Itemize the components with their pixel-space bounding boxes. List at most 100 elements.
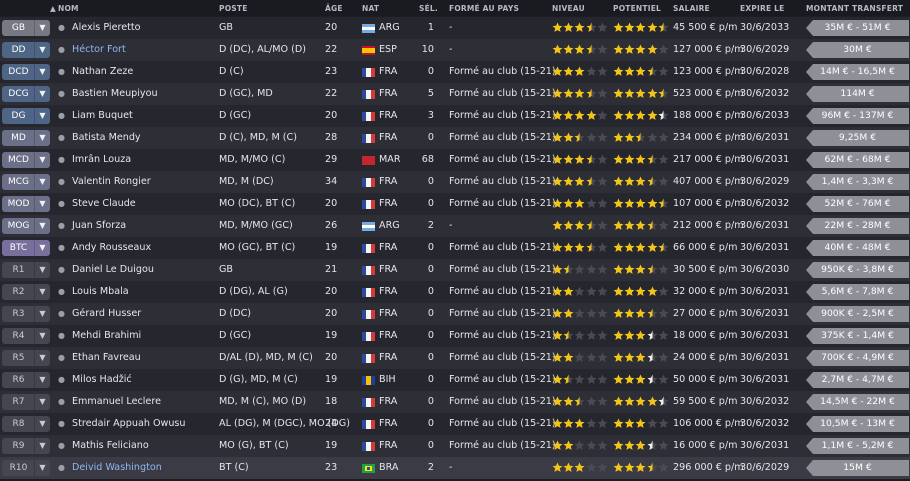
position-selector[interactable]: R4 ▼ — [2, 328, 50, 344]
transfer-value[interactable]: 35M € - 51M € — [806, 20, 909, 36]
chevron-down-icon[interactable]: ▼ — [34, 328, 50, 344]
table-row[interactable]: R6 ▼ ● Milos Hadžić D (G), MD, M (C) 19 … — [0, 369, 910, 391]
position-selector[interactable]: DG ▼ — [2, 108, 50, 124]
chevron-down-icon[interactable]: ▼ — [34, 152, 50, 168]
player-name[interactable]: Batista Mendy — [72, 127, 141, 149]
chevron-down-icon[interactable]: ▼ — [34, 284, 50, 300]
table-row[interactable]: MCD ▼ ● Imrân Louza MD, M/MO (C) 29 MAR … — [0, 149, 910, 171]
table-row[interactable]: MD ▼ ● Batista Mendy D (C), MD, M (C) 28… — [0, 127, 910, 149]
chevron-down-icon[interactable]: ▼ — [34, 350, 50, 366]
transfer-value[interactable]: 9,25M € — [806, 130, 909, 146]
position-selector[interactable]: GB ▼ — [2, 20, 50, 36]
table-row[interactable]: MOG ▼ ● Juan Sforza MD, M/MO (GC) 26 ARG… — [0, 215, 910, 237]
player-name[interactable]: Ethan Favreau — [72, 347, 141, 369]
position-selector[interactable]: DCD ▼ — [2, 64, 50, 80]
chevron-down-icon[interactable]: ▼ — [34, 416, 50, 432]
position-selector[interactable]: MCD ▼ — [2, 152, 50, 168]
table-row[interactable]: R7 ▼ ● Emmanuel Leclere MD, M (C), MO (D… — [0, 391, 910, 413]
table-row[interactable]: DCD ▼ ● Nathan Zeze D (C) 23 FRA 0 Formé… — [0, 61, 910, 83]
col-montant[interactable]: MONTANT TRANSFERT — [806, 4, 903, 13]
transfer-value[interactable]: 1,4M € - 3,3M € — [806, 174, 909, 190]
chevron-down-icon[interactable]: ▼ — [34, 20, 50, 36]
player-name[interactable]: Steve Claude — [72, 193, 136, 215]
transfer-value[interactable]: 52M € - 76M € — [806, 196, 909, 212]
chevron-down-icon[interactable]: ▼ — [34, 240, 50, 256]
col-salaire[interactable]: SALAIRE — [673, 4, 710, 13]
chevron-down-icon[interactable]: ▼ — [34, 306, 50, 322]
table-row[interactable]: R4 ▼ ● Mehdi Brahimi D (GC) 19 FRA 0 For… — [0, 325, 910, 347]
table-row[interactable]: R1 ▼ ● Daniel Le Duigou GB 21 FRA 0 Form… — [0, 259, 910, 281]
player-name[interactable]: Valentin Rongier — [72, 171, 151, 193]
player-name[interactable]: Deivid Washington — [72, 457, 162, 479]
player-name[interactable]: Louis Mbala — [72, 281, 129, 303]
player-name[interactable]: Héctor Fort — [72, 39, 126, 61]
table-row[interactable]: R3 ▼ ● Gérard Husser D (DC) 20 FRA 0 For… — [0, 303, 910, 325]
chevron-down-icon[interactable]: ▼ — [34, 218, 50, 234]
table-row[interactable]: R10 ▼ ● Deivid Washington BT (C) 23 BRA … — [0, 457, 910, 479]
position-selector[interactable]: R10 ▼ — [2, 460, 50, 476]
chevron-down-icon[interactable]: ▼ — [34, 64, 50, 80]
transfer-value[interactable]: 900K € - 2,5M € — [806, 306, 909, 322]
player-name[interactable]: Andy Rousseaux — [72, 237, 151, 259]
chevron-down-icon[interactable]: ▼ — [34, 42, 50, 58]
col-nat[interactable]: NAT — [362, 4, 379, 13]
chevron-down-icon[interactable]: ▼ — [34, 174, 50, 190]
chevron-down-icon[interactable]: ▼ — [34, 196, 50, 212]
transfer-value[interactable]: 1,1M € - 5,2M € — [806, 438, 909, 454]
player-name[interactable]: Juan Sforza — [72, 215, 126, 237]
transfer-value[interactable]: 15M € — [806, 460, 909, 476]
chevron-down-icon[interactable]: ▼ — [34, 86, 50, 102]
position-selector[interactable]: MD ▼ — [2, 130, 50, 146]
chevron-down-icon[interactable]: ▼ — [34, 262, 50, 278]
table-row[interactable]: MCG ▼ ● Valentin Rongier MD, M (DC) 34 F… — [0, 171, 910, 193]
transfer-value[interactable]: 114M € — [806, 86, 909, 102]
table-row[interactable]: BTC ▼ ● Andy Rousseaux MO (GC), BT (C) 1… — [0, 237, 910, 259]
position-selector[interactable]: R1 ▼ — [2, 262, 50, 278]
position-selector[interactable]: MOG ▼ — [2, 218, 50, 234]
player-name[interactable]: Bastien Meupiyou — [72, 83, 158, 105]
player-name[interactable]: Stredair Appuah Owusu — [72, 413, 186, 435]
col-expire[interactable]: EXPIRE LE — [740, 4, 784, 13]
sort-icon[interactable]: ▲ — [50, 4, 56, 13]
position-selector[interactable]: MOD ▼ — [2, 196, 50, 212]
table-row[interactable]: R9 ▼ ● Mathis Feliciano MO (G), BT (C) 1… — [0, 435, 910, 457]
position-selector[interactable]: R8 ▼ — [2, 416, 50, 432]
transfer-value[interactable]: 14M € - 16,5M € — [806, 64, 909, 80]
col-sel[interactable]: SÉL. — [419, 4, 438, 13]
table-row[interactable]: DG ▼ ● Liam Buquet D (GC) 20 FRA 3 Formé… — [0, 105, 910, 127]
col-poste[interactable]: POSTE — [219, 4, 248, 13]
transfer-value[interactable]: 5,6M € - 7,8M € — [806, 284, 909, 300]
table-row[interactable]: R2 ▼ ● Louis Mbala D (DG), AL (G) 20 FRA… — [0, 281, 910, 303]
position-selector[interactable]: R3 ▼ — [2, 306, 50, 322]
table-row[interactable]: DCG ▼ ● Bastien Meupiyou D (GC), MD 22 F… — [0, 83, 910, 105]
player-name[interactable]: Nathan Zeze — [72, 61, 133, 83]
transfer-value[interactable]: 14,5M € - 22M € — [806, 394, 909, 410]
transfer-value[interactable]: 22M € - 28M € — [806, 218, 909, 234]
col-nom[interactable]: NOM — [58, 4, 79, 13]
table-row[interactable]: R5 ▼ ● Ethan Favreau D/AL (D), MD, M (C)… — [0, 347, 910, 369]
player-name[interactable]: Mehdi Brahimi — [72, 325, 141, 347]
position-selector[interactable]: BTC ▼ — [2, 240, 50, 256]
table-row[interactable]: MOD ▼ ● Steve Claude MO (DC), BT (C) 20 … — [0, 193, 910, 215]
player-name[interactable]: Milos Hadžić — [72, 369, 132, 391]
transfer-value[interactable]: 96M € - 137M € — [806, 108, 909, 124]
player-name[interactable]: Liam Buquet — [72, 105, 133, 127]
transfer-value[interactable]: 30M € — [806, 42, 909, 58]
col-niveau[interactable]: NIVEAU — [552, 4, 585, 13]
col-forme[interactable]: FORMÉ AU PAYS — [449, 4, 519, 13]
transfer-value[interactable]: 375K € - 1,4M € — [806, 328, 909, 344]
transfer-value[interactable]: 700K € - 4,9M € — [806, 350, 909, 366]
transfer-value[interactable]: 2,7M € - 4,7M € — [806, 372, 909, 388]
col-potentiel[interactable]: POTENTIEL — [613, 4, 661, 13]
position-selector[interactable]: R5 ▼ — [2, 350, 50, 366]
table-row[interactable]: GB ▼ ● Alexis Pieretto GB 20 ARG 1 - 45 … — [0, 17, 910, 39]
chevron-down-icon[interactable]: ▼ — [34, 372, 50, 388]
chevron-down-icon[interactable]: ▼ — [34, 460, 50, 476]
position-selector[interactable]: R6 ▼ — [2, 372, 50, 388]
position-selector[interactable]: MCG ▼ — [2, 174, 50, 190]
chevron-down-icon[interactable]: ▼ — [34, 394, 50, 410]
position-selector[interactable]: R9 ▼ — [2, 438, 50, 454]
player-name[interactable]: Emmanuel Leclere — [72, 391, 161, 413]
chevron-down-icon[interactable]: ▼ — [34, 130, 50, 146]
player-name[interactable]: Daniel Le Duigou — [72, 259, 154, 281]
